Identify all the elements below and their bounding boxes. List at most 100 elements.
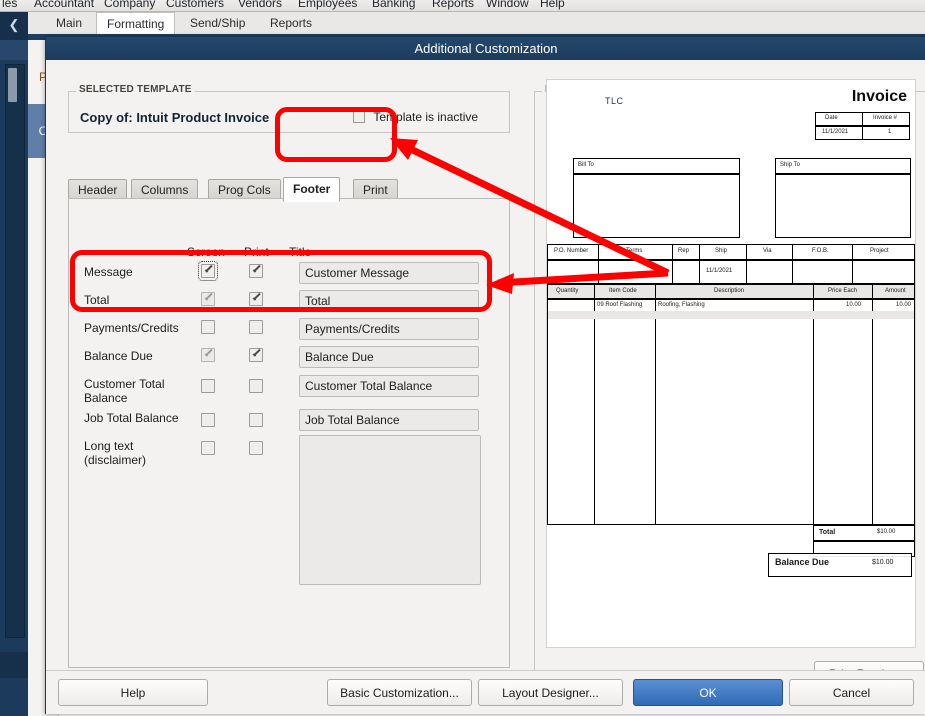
- invoice-number-header: Invoice #: [873, 115, 898, 121]
- terms-value-ship: 11/1/2021: [706, 268, 733, 274]
- title-field-payments-credits[interactable]: Payments/Credits: [299, 318, 479, 340]
- ribbon-tab-strip[interactable]: Main Formatting Send/Ship Reports: [28, 12, 925, 36]
- dialog-title: Additional Customization: [414, 41, 558, 56]
- tab-columns-label: Columns: [141, 183, 189, 197]
- terms-divider-5: [792, 244, 793, 284]
- menu-item-les[interactable]: les: [2, 0, 17, 10]
- item-divider-2: [655, 284, 656, 525]
- balance-due-row-box: [813, 541, 915, 557]
- ribbon-tab-formatting[interactable]: Formatting: [96, 12, 176, 36]
- row-label-total: Total: [84, 293, 110, 307]
- checkbox-print-total[interactable]: [249, 292, 263, 306]
- template-inactive-label: Template is inactive: [373, 110, 479, 124]
- nav-rail-scrollbar-track[interactable]: [5, 64, 25, 638]
- ribbon-tab-reports[interactable]: Reports: [260, 12, 322, 34]
- dialog-button-bar: Help Basic Customization... Layout Desig…: [46, 670, 925, 714]
- check-tick-icon: [204, 294, 213, 303]
- item-header-item-code: Item Code: [609, 288, 637, 294]
- title-field-job-total-balance[interactable]: Job Total Balance: [299, 409, 479, 431]
- item-divider-3: [813, 284, 814, 525]
- help-button-label: Help: [120, 685, 146, 700]
- nav-rail-scrollbar-thumb[interactable]: [8, 68, 17, 102]
- invoice-logo: TLC: [605, 96, 624, 106]
- checkbox-screen-long-text[interactable]: [201, 441, 215, 455]
- dialog-body: SELECTED TEMPLATE Copy of: Intuit Produc…: [46, 60, 925, 714]
- preview-pane: PREVIEW TLC Invoice Date Invoice # 11/1/…: [524, 69, 925, 687]
- help-button[interactable]: Help: [58, 679, 208, 706]
- checkbox-screen-balance-due: [201, 348, 215, 362]
- selected-template-group-label: SELECTED TEMPLATE: [76, 84, 195, 95]
- customization-tab-strip[interactable]: Header Columns Prog Cols Footer Print: [68, 177, 508, 202]
- cancel-button-label: Cancel: [832, 685, 871, 700]
- menu-item-reports[interactable]: Reports: [432, 0, 474, 10]
- title-field-total[interactable]: Total: [299, 290, 479, 312]
- checkbox-screen-job-total-balance[interactable]: [201, 413, 215, 427]
- menu-item-accountant[interactable]: Accountant: [34, 0, 94, 10]
- ship-to-label: Ship To: [780, 162, 800, 168]
- line-item-zebra-band: [548, 311, 914, 319]
- invoice-preview-canvas[interactable]: TLC Invoice Date Invoice # 11/1/2021 1 B…: [546, 79, 916, 648]
- row-label-balance-due: Balance Due: [84, 349, 153, 363]
- invoice-date-header: Date: [825, 115, 838, 121]
- title-field-message[interactable]: Customer Message: [299, 262, 479, 284]
- checkbox-screen-total: [201, 292, 215, 306]
- row-label-payments-credits: Payments/Credits: [84, 321, 179, 335]
- item-header-amount: Amount: [885, 288, 906, 294]
- menu-item-window[interactable]: Window: [486, 0, 529, 10]
- layout-designer-button[interactable]: Layout Designer...: [478, 679, 623, 706]
- checkbox-screen-customer-total-balance[interactable]: [201, 379, 215, 393]
- basic-customization-button[interactable]: Basic Customization...: [327, 679, 472, 706]
- cancel-button[interactable]: Cancel: [789, 679, 914, 706]
- chevron-left-icon[interactable]: ❮: [8, 18, 20, 32]
- ship-to-body-box: [775, 174, 911, 238]
- left-pane: SELECTED TEMPLATE Copy of: Intuit Produc…: [58, 69, 528, 702]
- check-tick-icon: [204, 266, 213, 275]
- title-field-customer-total-balance[interactable]: Customer Total Balance: [299, 375, 479, 397]
- total-value: $10.00: [877, 529, 896, 535]
- ribbon-tab-main[interactable]: Main: [46, 12, 92, 34]
- template-inactive-checkbox-box[interactable]: [353, 111, 365, 123]
- column-header-title: Title: [289, 245, 312, 259]
- total-label: Total: [819, 529, 836, 536]
- nav-rail-footer: [0, 652, 28, 678]
- terms-header-ship: Ship: [715, 248, 728, 254]
- dialog-title-bar[interactable]: Additional Customization: [46, 37, 925, 60]
- checkbox-print-customer-total-balance[interactable]: [249, 379, 263, 393]
- line-item-description: Roofing, Flashing: [658, 302, 705, 308]
- title-field-balance-due[interactable]: Balance Due: [299, 346, 479, 368]
- menu-item-vendors[interactable]: Vendors: [238, 0, 282, 10]
- check-tick-icon: [252, 350, 261, 359]
- long-text-disclaimer-textarea[interactable]: [299, 435, 481, 585]
- menu-item-customers[interactable]: Customers: [166, 0, 224, 10]
- checkbox-screen-payments-credits[interactable]: [201, 320, 215, 334]
- item-body-box: [547, 299, 915, 525]
- ok-button[interactable]: OK: [633, 679, 783, 706]
- checkbox-print-long-text[interactable]: [249, 441, 263, 455]
- item-header-quantity: Quantity: [556, 288, 579, 294]
- checkbox-print-payments-credits[interactable]: [249, 320, 263, 334]
- invoice-title: Invoice: [851, 88, 907, 105]
- checkbox-print-job-total-balance[interactable]: [249, 413, 263, 427]
- column-header-screen: Screen: [187, 245, 226, 259]
- menu-item-employees[interactable]: Employees: [298, 0, 357, 10]
- menu-item-company[interactable]: Company: [104, 0, 155, 10]
- checkbox-print-balance-due[interactable]: [249, 348, 263, 362]
- check-tick-icon: [252, 294, 261, 303]
- tab-footer[interactable]: Footer: [283, 177, 341, 202]
- checkbox-screen-message[interactable]: [198, 261, 218, 281]
- ribbon-tab-send-ship[interactable]: Send/Ship: [180, 12, 255, 34]
- checkbox-print-message[interactable]: [249, 264, 263, 278]
- application-body: ❮ Main Formatting Send/Ship Reports P C …: [0, 12, 925, 716]
- application-menu-bar[interactable]: les Accountant Company Customers Vendors…: [0, 0, 925, 12]
- invoice-date-value: 11/1/2021: [822, 129, 849, 135]
- line-item-amount: 10.00: [896, 302, 912, 308]
- menu-item-banking[interactable]: Banking: [372, 0, 415, 10]
- menu-item-help[interactable]: Help: [540, 0, 565, 10]
- selected-template-name: Copy of: Intuit Product Invoice: [80, 110, 270, 125]
- item-header-description: Description: [714, 288, 745, 294]
- terms-header-project: Project: [870, 248, 889, 254]
- line-item-code: 09 Roof Flashing: [597, 302, 643, 308]
- bill-to-header-box: [573, 158, 740, 174]
- template-inactive-checkbox[interactable]: Template is inactive: [353, 110, 478, 124]
- item-divider-4: [872, 284, 873, 525]
